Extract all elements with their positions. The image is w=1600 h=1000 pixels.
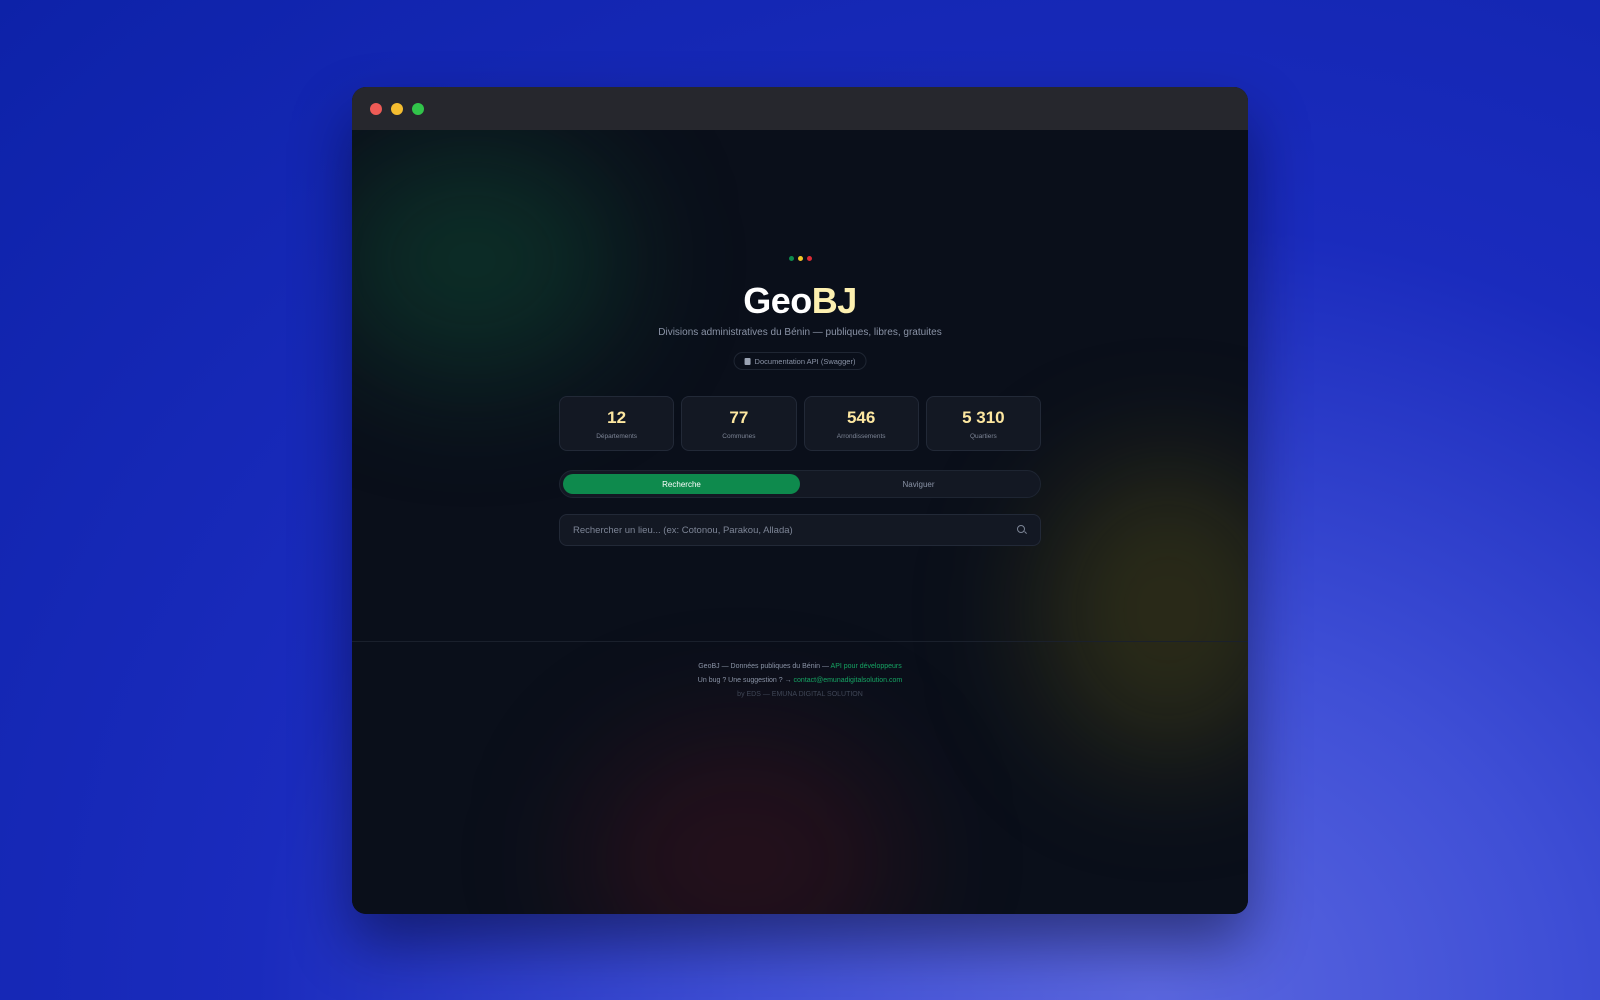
stat-label: Arrondissements [836, 432, 886, 440]
stat-card-quartiers: 5 310 Quartiers [925, 396, 1041, 451]
close-window-button[interactable] [370, 102, 382, 115]
stat-card-departements: 12 Départements [559, 396, 675, 451]
stat-value: 5 310 [962, 407, 1005, 427]
stat-label: Quartiers [970, 432, 997, 440]
minimize-window-button[interactable] [391, 102, 403, 115]
search-input[interactable] [573, 524, 1017, 536]
footer-divider [352, 641, 1248, 642]
browser-window: GeoBJ Divisions administratives du Bénin… [352, 87, 1248, 914]
footer: GeoBJ — Données publiques du Bénin — API… [352, 663, 1248, 705]
window-titlebar [352, 87, 1248, 130]
flag-dot-green [788, 256, 794, 261]
stats-row: 12 Départements 77 Communes 546 Arrondis… [559, 396, 1041, 451]
footer-line-1: GeoBJ — Données publiques du Bénin — API… [352, 663, 1248, 670]
footer-feedback-text: Un bug ? Une suggestion ? → [697, 677, 794, 684]
flag-dot-red [806, 256, 812, 261]
contact-email-link[interactable]: contact@emunadigitalsolution.com [794, 677, 903, 684]
document-icon [744, 357, 751, 365]
stat-card-communes: 77 Communes [681, 396, 797, 451]
flag-dot-yellow [797, 256, 803, 261]
stat-value: 77 [729, 407, 749, 427]
stat-label: Départements [596, 432, 638, 440]
footer-line-3: by EDS — EMUNA DIGITAL SOLUTION [737, 691, 863, 698]
flag-dots [352, 256, 1248, 261]
stat-card-arrondissements: 546 Arrondissements [803, 396, 919, 451]
background-glow-yellow [1038, 460, 1248, 760]
page-subtitle: Divisions administratives du Bénin — pub… [658, 327, 942, 338]
developer-api-link[interactable]: API pour développeurs [831, 663, 902, 670]
maximize-window-button[interactable] [412, 102, 424, 115]
background-glow-red [582, 730, 902, 914]
title-geo: Geo [743, 280, 812, 321]
api-documentation-label: Documentation API (Swagger) [754, 356, 856, 366]
stat-value: 12 [607, 407, 627, 427]
api-documentation-link[interactable]: Documentation API (Swagger) [733, 352, 867, 370]
footer-credit-text: GeoBJ — Données publiques du Bénin — [698, 663, 831, 670]
tab-recherche[interactable]: Recherche [563, 474, 800, 494]
page-title: GeoBJ [352, 280, 1248, 322]
mode-tabs: Recherche Naviguer [559, 470, 1041, 498]
search-icon[interactable] [1017, 525, 1027, 535]
search-box [559, 514, 1041, 546]
stat-label: Communes [722, 432, 756, 440]
footer-line-2: Un bug ? Une suggestion ? → contact@emun… [352, 677, 1248, 684]
tab-naviguer[interactable]: Naviguer [800, 474, 1037, 494]
stat-value: 546 [846, 407, 876, 427]
page-content: GeoBJ Divisions administratives du Bénin… [352, 130, 1248, 914]
title-bj: BJ [811, 280, 858, 321]
